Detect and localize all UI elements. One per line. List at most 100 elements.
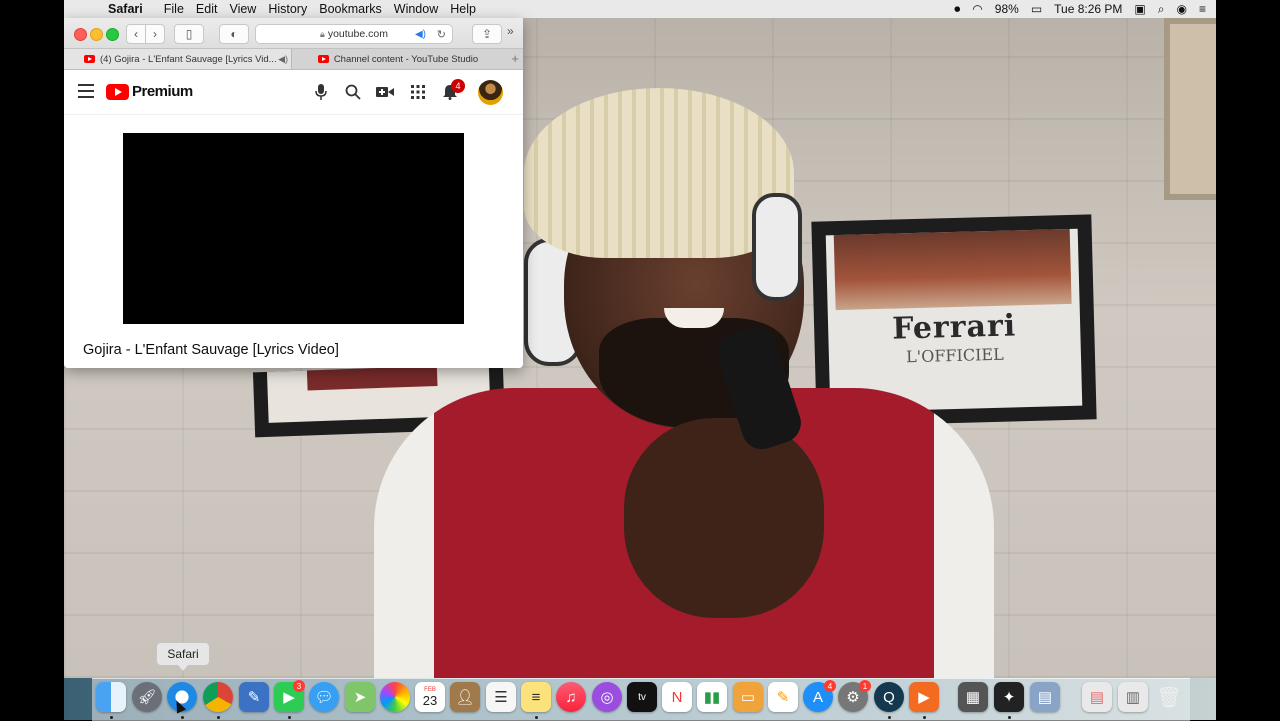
fullscreen-window-button[interactable] — [106, 28, 119, 41]
forward-button[interactable]: › — [145, 24, 165, 44]
battery-percent: 98% — [994, 2, 1019, 16]
dock-tooltip: Safari — [156, 642, 210, 671]
person-hand — [624, 418, 824, 618]
tab-title: (4) Gojira - L'Enfant Sauvage [Lyrics Vi… — [100, 53, 277, 65]
notes-icon[interactable]: ≡ — [521, 682, 551, 712]
pages-icon[interactable]: ✎ — [768, 682, 798, 712]
running-indicator — [288, 716, 291, 719]
music-icon[interactable]: ♫ — [556, 682, 586, 712]
menu-edit[interactable]: Edit — [196, 2, 229, 16]
running-indicator — [888, 716, 891, 719]
wall-picture-corner — [1164, 18, 1216, 200]
address-bar[interactable]: 🔒︎ youtube.com ◀) ↻ — [255, 24, 453, 44]
running-indicator — [535, 716, 538, 719]
downloads-stack-icon[interactable]: ▤ — [1082, 682, 1112, 712]
headphone-right — [752, 193, 802, 301]
screen-record-icon[interactable]: ⏺ — [954, 2, 960, 17]
audio-playing-icon[interactable]: ◀) — [415, 29, 426, 40]
running-indicator — [110, 716, 113, 719]
menu-app-name[interactable]: Safari — [108, 2, 154, 16]
reminders-icon[interactable]: ☰ — [486, 682, 516, 712]
user-avatar[interactable] — [478, 80, 503, 105]
youtube-header: Premium 4 — [64, 70, 523, 115]
running-indicator — [181, 716, 184, 719]
notification-center-icon[interactable]: ≡ — [1199, 2, 1206, 16]
photos-icon[interactable] — [380, 682, 410, 712]
logo-text: Premium — [132, 83, 193, 100]
youtube-logo-icon — [106, 83, 129, 100]
keynote-icon[interactable]: ▭ — [733, 682, 763, 712]
messages-icon[interactable]: 💬︎ — [309, 682, 339, 712]
maps-icon[interactable]: ➤ — [345, 682, 375, 712]
poster-logo: Ferrari — [891, 308, 1017, 347]
trash-icon[interactable]: 🗑︎ — [1154, 682, 1184, 712]
clock[interactable]: Tue 8:26 PM — [1054, 2, 1122, 16]
launchpad-icon[interactable]: 🚀︎ — [132, 682, 162, 712]
privacy-shield-button[interactable]: ◐ — [219, 24, 249, 44]
system-preferences-badge: 1 — [859, 680, 871, 692]
running-indicator — [923, 716, 926, 719]
menu-view[interactable]: View — [229, 2, 267, 16]
menu-file[interactable]: File — [164, 2, 195, 16]
numbers-icon[interactable]: ▮▮ — [697, 682, 727, 712]
tab-audio-icon[interactable]: ◀) — [278, 54, 288, 65]
safari-toolbar: ‹ › ▯ ◐ 🔒︎ youtube.com ◀) ↻ ⇪ » — [64, 18, 523, 48]
tab-title: Channel content - YouTube Studio — [333, 53, 479, 65]
news-icon[interactable]: N — [662, 682, 692, 712]
create-video-icon[interactable] — [375, 82, 395, 102]
share-button[interactable]: ⇪ — [472, 24, 502, 44]
battery-icon[interactable]: ▭ — [1031, 2, 1042, 16]
running-indicator — [217, 716, 220, 719]
calendar-icon[interactable]: FEB 23 — [415, 682, 445, 712]
screen-icon[interactable]: ▣ — [1134, 2, 1145, 16]
reload-icon[interactable]: ↻ — [437, 28, 446, 41]
minimize-window-button[interactable] — [90, 28, 103, 41]
more-toolbar-items-icon[interactable]: » — [507, 24, 514, 38]
screen-recorder-icon[interactable]: ▶ — [909, 682, 939, 712]
status-area: ⏺ ◠ 98% ▭ Tue 8:26 PM ▣ ⌕ ◉ ≡ — [954, 2, 1216, 17]
close-window-button[interactable] — [74, 28, 87, 41]
wifi-icon[interactable]: ◠ — [972, 2, 982, 16]
preview-icon[interactable]: ✎ — [239, 682, 269, 712]
voice-search-icon[interactable] — [311, 82, 331, 102]
back-button[interactable]: ‹ — [126, 24, 146, 44]
youtube-favicon-icon — [84, 55, 95, 63]
calendar-day: 23 — [422, 692, 438, 708]
apple-tv-icon[interactable]: tv — [627, 682, 657, 712]
menu-bookmarks[interactable]: Bookmarks — [319, 2, 393, 16]
menu-bar: Safari File Edit View History Bookmarks … — [64, 0, 1216, 19]
video-player[interactable] — [123, 133, 464, 324]
video-title: Gojira - L'Enfant Sauvage [Lyrics Video] — [83, 342, 339, 358]
calculator-icon[interactable]: ▦ — [958, 682, 988, 712]
facetime-badge: 3 — [293, 680, 305, 692]
address-url: youtube.com — [327, 28, 388, 40]
running-indicator — [1008, 716, 1011, 719]
video-editor-icon[interactable]: ✦ — [994, 682, 1024, 712]
safari-window: ‹ › ▯ ◐ 🔒︎ youtube.com ◀) ↻ ⇪ » (4) Goji… — [64, 18, 523, 368]
spotlight-search-icon[interactable]: ⌕ — [1158, 2, 1165, 17]
podcasts-icon[interactable]: ◎ — [592, 682, 622, 712]
search-icon[interactable] — [343, 82, 363, 102]
youtube-premium-logo[interactable]: Premium — [106, 83, 193, 100]
apps-grid-icon[interactable] — [408, 82, 428, 102]
menu-window[interactable]: Window — [394, 2, 449, 16]
contacts-icon[interactable]: 👤︎ — [450, 682, 480, 712]
new-tab-icon[interactable]: + — [511, 51, 519, 66]
lock-icon: 🔒︎ — [320, 28, 325, 39]
quicktime-icon[interactable]: Q — [874, 682, 904, 712]
menu-history[interactable]: History — [268, 2, 318, 16]
documents-stack-icon[interactable]: ▥ — [1118, 682, 1148, 712]
notification-count-badge: 4 — [451, 79, 465, 93]
disk-utility-icon[interactable]: ▤ — [1030, 682, 1060, 712]
tab-youtube-studio[interactable]: Channel content - YouTube Studio — [292, 49, 504, 69]
siri-icon[interactable]: ◉ — [1177, 2, 1187, 16]
chrome-icon[interactable] — [203, 682, 233, 712]
youtube-favicon-icon — [317, 55, 329, 63]
tab-bar: (4) Gojira - L'Enfant Sauvage [Lyrics Vi… — [64, 48, 523, 70]
tab-gojira-video[interactable]: (4) Gojira - L'Enfant Sauvage [Lyrics Vi… — [64, 49, 292, 69]
finder-icon[interactable] — [96, 682, 126, 712]
app-store-badge: 4 — [824, 680, 836, 692]
hamburger-menu-icon[interactable] — [78, 84, 94, 98]
menu-help[interactable]: Help — [450, 2, 487, 16]
sidebar-toggle-button[interactable]: ▯ — [174, 24, 204, 44]
